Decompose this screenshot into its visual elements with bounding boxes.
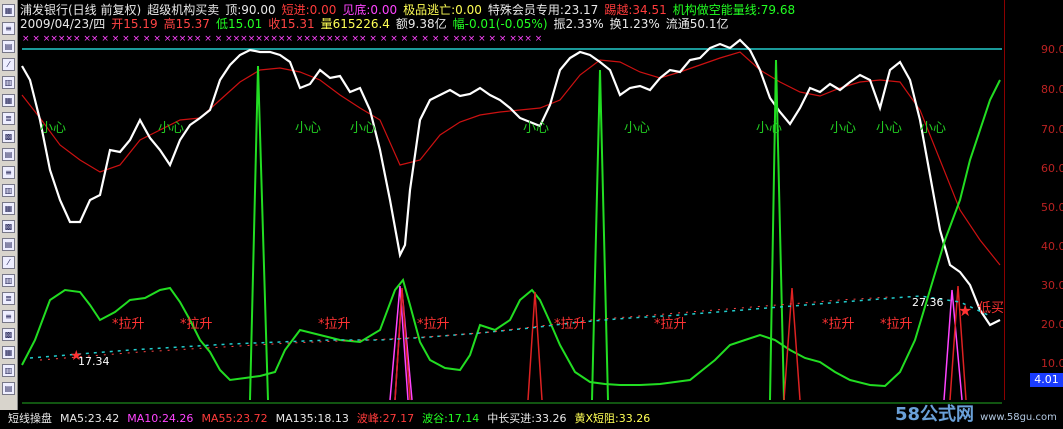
price-tag: 4.01 — [1030, 373, 1063, 387]
svg-text:*拉升: *拉升 — [417, 317, 450, 332]
marker-row: × × ××××× ×× × × × × × × ××××× × × ×××××… — [22, 34, 542, 44]
svg-text:*拉升: *拉升 — [112, 317, 145, 332]
y-tick: 30.00 — [1041, 279, 1063, 292]
low-buy-label: 低买 — [978, 301, 1004, 316]
header-field: 踢越:34.51 — [604, 3, 667, 17]
y-axis: 90.00 80.00 70.00 60.00 50.00 40.00 30.0… — [1004, 0, 1063, 400]
y-tick: 90.00 — [1041, 43, 1063, 56]
svg-text:*拉升: *拉升 — [880, 317, 913, 332]
star-icon: ★ — [958, 301, 972, 320]
green-spikes — [249, 59, 785, 401]
footer-field: 短线操盘 — [8, 412, 52, 425]
footer-field: MA135:18.13 — [275, 412, 349, 425]
red-spikes — [394, 285, 967, 401]
svg-text:小心: 小心 — [830, 121, 856, 136]
y-tick: 70.00 — [1041, 123, 1063, 136]
y-tick: 60.00 — [1041, 162, 1063, 175]
quote-field: 收15.31 — [268, 17, 315, 31]
header-line-2: 2009/04/23/四 开15.19 高15.37 低15.01 收15.31 量615… — [20, 17, 735, 31]
svg-text:小心: 小心 — [876, 121, 902, 136]
footer-field: 黄X短阻:33.26 — [574, 412, 651, 425]
svg-text:× × ××××× ×× × × ×: × × ××××× ×× × × × × × × ××××× × × ×××××… — [22, 34, 542, 44]
y-tick: 80.00 — [1041, 83, 1063, 96]
quote-field: 额9.38亿 — [395, 17, 447, 31]
quote-field: 流通50.1亿 — [665, 17, 729, 31]
svg-text:小心: 小心 — [158, 121, 184, 136]
white-fast-line — [21, 38, 1001, 327]
indicator-chart[interactable]: × × ××××× ×× × × × × × × ××××× × × ×××××… — [0, 0, 1004, 410]
quote-field: 2009/04/23/四 — [20, 17, 106, 31]
magenta-spikes — [389, 285, 963, 401]
header-field: 顶:90.00 — [225, 3, 276, 17]
footer-field: 波谷:17.14 — [422, 412, 480, 425]
quote-field: 开15.19 — [111, 17, 158, 31]
footer-field: MA55:23.72 — [201, 412, 268, 425]
svg-text:小心: 小心 — [523, 121, 549, 136]
header-field: 特殊会员专用:23.17 — [487, 3, 599, 17]
y-tick: 20.00 — [1041, 318, 1063, 331]
header-field: 浦发银行(日线 前复权) — [20, 3, 142, 17]
value-label: 27.36 — [912, 296, 944, 309]
quote-field: 振2.33% — [553, 17, 604, 31]
red-dotted-trail — [39, 296, 891, 361]
quote-field: 低15.01 — [215, 17, 263, 31]
header-field: 机构做空能量线:79.68 — [672, 3, 796, 17]
footer-field: MA10:24.26 — [127, 412, 194, 425]
red-slow-line — [21, 51, 1001, 266]
svg-text:*拉升: *拉升 — [318, 317, 351, 332]
header-field: 超级机构买卖 — [147, 3, 220, 17]
header-field: 见底:0.00 — [342, 3, 398, 17]
careful-labels: 小心 小心 小心 小心 小心 小心 小心 小心 小心 小心 — [40, 121, 946, 136]
svg-text:*拉升: *拉升 — [654, 317, 687, 332]
quote-field: 换1.23% — [609, 17, 660, 31]
header-field: 短进:0.00 — [281, 3, 337, 17]
y-tick: 50.00 — [1041, 201, 1063, 214]
value-label-left: 17.34 — [78, 355, 110, 368]
svg-text:小心: 小心 — [40, 121, 66, 136]
svg-text:小心: 小心 — [756, 121, 782, 136]
quote-field: 量615226.4 — [320, 17, 390, 31]
header-line-1: 浦发银行(日线 前复权) 超级机构买卖 顶:90.00 短进:0.00 见底:0.00 极… — [20, 3, 801, 17]
footer-field: MA5:23.42 — [60, 412, 120, 425]
quote-field: 幅-0.01(-0.05%) — [452, 17, 548, 31]
svg-text:小心: 小心 — [920, 121, 946, 136]
y-tick: 10.00 — [1041, 357, 1063, 370]
svg-text:*拉升: *拉升 — [822, 317, 855, 332]
header-field: 极品逃亡:0.00 — [403, 3, 482, 17]
star-icon: ★ — [70, 348, 83, 364]
watermark-logo: 58公式网 www.58gu.com — [895, 404, 1057, 425]
svg-text:小心: 小心 — [350, 121, 376, 136]
svg-text:小心: 小心 — [624, 121, 650, 136]
quote-field: 高15.37 — [163, 17, 210, 31]
y-tick: 40.00 — [1041, 240, 1063, 253]
footer-field: 波峰:27.17 — [356, 412, 415, 425]
footer-field: 中长买进:33.26 — [487, 412, 567, 425]
svg-text:小心: 小心 — [295, 121, 321, 136]
svg-text:*拉升: *拉升 — [180, 317, 213, 332]
svg-text:*拉升: *拉升 — [554, 317, 587, 332]
